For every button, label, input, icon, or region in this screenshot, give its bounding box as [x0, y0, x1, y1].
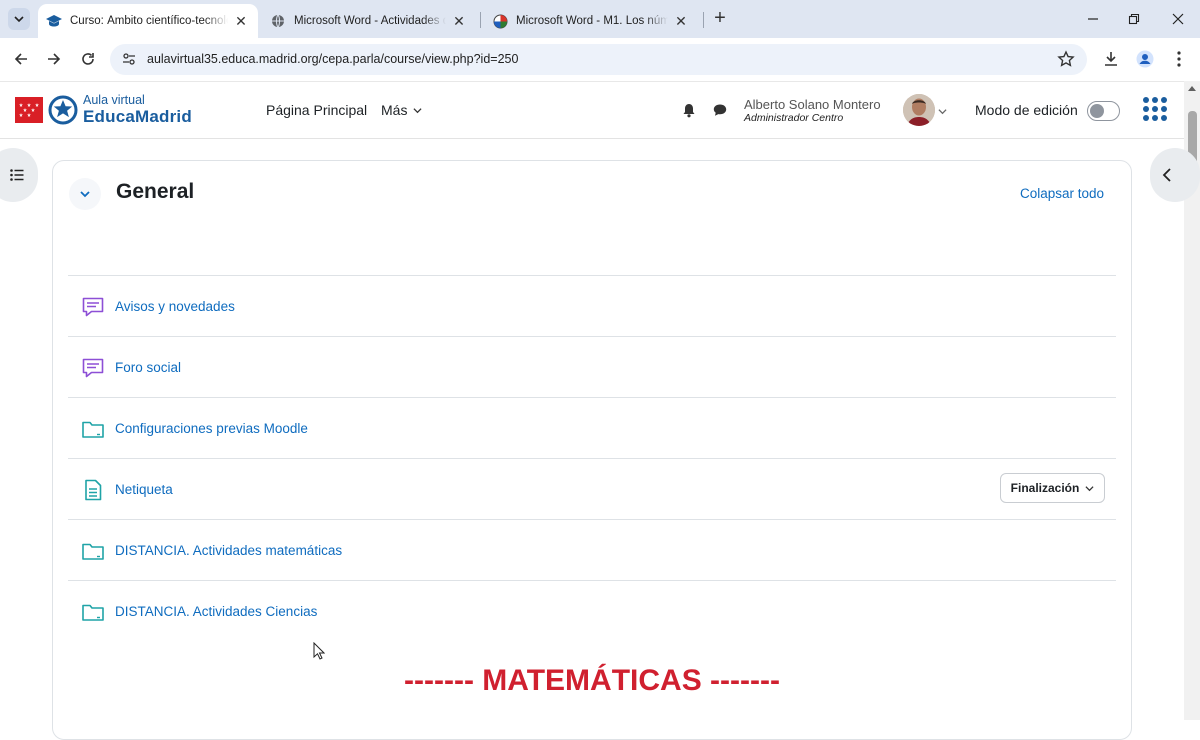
tab-word-actividades[interactable]: Microsoft Word - Actividades de ✕ — [262, 4, 476, 38]
restore-button[interactable] — [1121, 8, 1147, 30]
edit-mode-toggle[interactable] — [1087, 101, 1120, 121]
minimize-button[interactable] — [1080, 8, 1106, 30]
nav-more-menu[interactable]: Más — [381, 102, 422, 118]
arrow-left-icon — [14, 53, 27, 65]
arrow-right-icon — [48, 53, 61, 65]
logo-title[interactable]: EducaMadrid — [83, 107, 192, 127]
avatar[interactable] — [903, 94, 935, 126]
profile-icon — [1136, 50, 1154, 68]
activity-link[interactable]: DISTANCIA. Actividades Ciencias — [115, 604, 317, 619]
profile-button[interactable] — [1134, 48, 1156, 70]
tab-title: Curso: Ámbito científico-tecnológico — [70, 15, 228, 27]
folder-icon — [82, 421, 104, 438]
activity-link[interactable]: Foro social — [115, 360, 181, 375]
colorful-app-icon — [492, 13, 508, 29]
downloads-button[interactable] — [1100, 48, 1122, 70]
tab-separator — [703, 12, 704, 28]
close-icon — [1172, 13, 1184, 25]
tab-separator — [480, 12, 481, 28]
activity-row: DISTANCIA. Actividades Ciencias — [68, 580, 1116, 641]
site-settings-icon[interactable] — [122, 52, 136, 71]
site-header: Aula virtual EducaMadrid Página Principa… — [0, 81, 1184, 139]
minimize-icon — [1088, 18, 1098, 20]
section-collapse-button[interactable] — [69, 178, 101, 210]
scroll-up-arrow-icon[interactable] — [1188, 86, 1196, 91]
download-icon — [1105, 52, 1117, 66]
bell-icon[interactable] — [681, 102, 697, 118]
logo-subtitle: Aula virtual — [83, 93, 145, 107]
activity-link[interactable]: Netiqueta — [115, 482, 173, 497]
nav-home-link[interactable]: Página Principal — [266, 102, 367, 118]
browser-menu-button[interactable] — [1168, 48, 1190, 70]
comunidad-madrid-flag-icon — [15, 97, 43, 123]
url-text: aulavirtual35.educa.madrid.org/cepa.parl… — [147, 52, 519, 66]
chevron-down-icon — [14, 16, 24, 23]
folder-icon — [82, 543, 104, 560]
user-role: Administrador Centro — [744, 112, 844, 124]
kebab-menu-icon — [1177, 51, 1181, 67]
close-icon[interactable]: ✕ — [450, 12, 468, 30]
nav-more-label: Más — [381, 102, 408, 118]
chevron-down-icon — [80, 191, 90, 198]
globe-icon — [270, 13, 286, 29]
activity-row: DISTANCIA. Actividades matemáticas — [68, 519, 1116, 580]
section-heading-matematicas: ------- MATEMÁTICAS ------- — [404, 664, 780, 697]
browser-tab-strip: Curso: Ámbito científico-tecnológico ✕ M… — [0, 0, 1200, 38]
block-drawer-button[interactable] — [1150, 148, 1200, 202]
section-title: General — [116, 180, 195, 203]
close-icon[interactable]: ✕ — [672, 12, 690, 30]
completion-dropdown[interactable]: Finalización — [1000, 473, 1105, 503]
activity-link[interactable]: DISTANCIA. Actividades matemáticas — [115, 543, 342, 558]
chevron-down-icon — [413, 108, 422, 114]
activity-row: Netiqueta — [68, 458, 1116, 519]
restore-icon — [1128, 13, 1140, 25]
tab-word-numeros[interactable]: Microsoft Word - M1. Los números ✕ — [484, 4, 698, 38]
edit-mode-label: Modo de edición — [975, 102, 1078, 118]
tab-title: Microsoft Word - Actividades de — [294, 15, 446, 27]
bookmark-star-icon[interactable] — [1057, 50, 1075, 73]
back-button[interactable] — [10, 48, 32, 70]
browser-toolbar: aulavirtual35.educa.madrid.org/cepa.parl… — [0, 38, 1200, 81]
folder-icon — [82, 604, 104, 621]
course-index-drawer-button[interactable] — [0, 148, 38, 202]
activity-row: Foro social — [68, 336, 1116, 397]
chevron-left-icon — [1162, 168, 1171, 182]
app-grid-icon[interactable] — [1143, 97, 1167, 121]
new-tab-button[interactable]: + — [709, 8, 731, 29]
forward-button[interactable] — [43, 48, 65, 70]
reload-icon — [82, 53, 94, 65]
page-icon — [85, 479, 102, 501]
close-icon[interactable]: ✕ — [232, 12, 250, 30]
tab-search-button[interactable] — [8, 8, 30, 30]
list-icon — [10, 169, 24, 181]
tab-title: Microsoft Word - M1. Los números — [516, 15, 668, 27]
activity-link[interactable]: Configuraciones previas Moodle — [115, 421, 308, 436]
graduation-cap-icon — [46, 13, 62, 29]
activity-row: Configuraciones previas Moodle — [68, 397, 1116, 458]
chevron-down-icon — [1085, 485, 1094, 491]
tab-course[interactable]: Curso: Ámbito científico-tecnológico ✕ — [38, 4, 258, 38]
messages-icon[interactable] — [712, 102, 728, 118]
collapse-all-link[interactable]: Colapsar todo — [1020, 186, 1104, 201]
reload-button[interactable] — [77, 48, 99, 70]
address-bar[interactable]: aulavirtual35.educa.madrid.org/cepa.parl… — [110, 44, 1087, 75]
mouse-cursor-icon — [313, 642, 325, 660]
user-name[interactable]: Alberto Solano Montero — [744, 97, 881, 112]
completion-label: Finalización — [1010, 481, 1080, 495]
forum-icon — [82, 297, 104, 317]
chevron-down-icon[interactable] — [938, 107, 947, 116]
forum-icon — [82, 358, 104, 378]
window-close-button[interactable] — [1165, 8, 1191, 30]
activity-row: Avisos y novedades — [68, 275, 1116, 336]
activity-link[interactable]: Avisos y novedades — [115, 299, 235, 314]
educamadrid-logo-icon[interactable] — [48, 95, 78, 125]
